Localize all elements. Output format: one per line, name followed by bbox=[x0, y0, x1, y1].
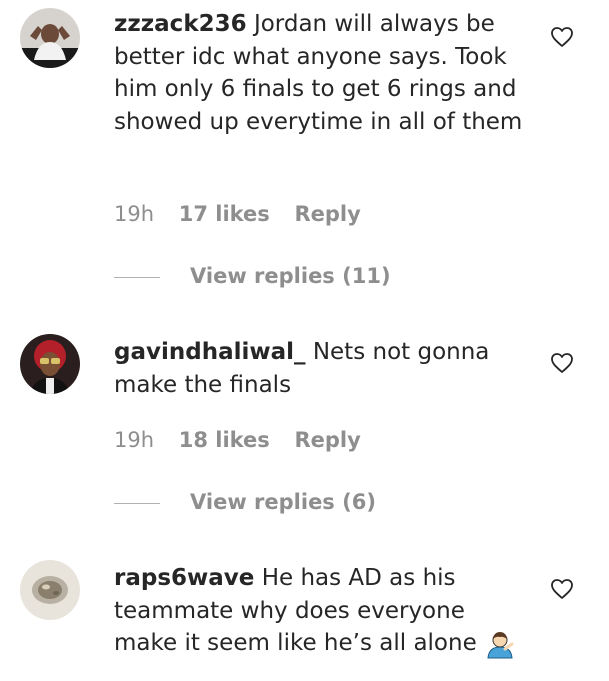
avatar-image bbox=[20, 560, 80, 620]
likes-count[interactable]: 18 likes bbox=[179, 428, 270, 452]
view-replies-button[interactable]: View replies (11) bbox=[114, 264, 391, 288]
avatar[interactable] bbox=[20, 8, 80, 68]
comment-meta: 19h 18 likes Reply bbox=[114, 428, 379, 452]
view-replies-button[interactable]: View replies (6) bbox=[114, 490, 376, 514]
avatar[interactable] bbox=[20, 334, 80, 394]
comment-body: raps6wave He has AD as his teammate why … bbox=[114, 562, 534, 660]
comment-body: gavindhaliwal_ Nets not gonna make the f… bbox=[114, 336, 534, 401]
view-replies-label: View replies (11) bbox=[190, 264, 391, 288]
avatar-image bbox=[20, 334, 80, 394]
avatar[interactable] bbox=[20, 560, 80, 620]
heart-outline-icon[interactable] bbox=[550, 26, 574, 48]
comment-meta: 19h 17 likes Reply bbox=[114, 202, 379, 226]
comment-username[interactable]: gavindhaliwal_ bbox=[114, 339, 306, 365]
divider-line bbox=[114, 276, 160, 278]
comment-username[interactable]: raps6wave bbox=[114, 565, 254, 591]
reply-button[interactable]: Reply bbox=[294, 202, 360, 226]
heart-outline-icon[interactable] bbox=[550, 578, 574, 600]
view-replies-label: View replies (6) bbox=[190, 490, 376, 514]
reply-button[interactable]: Reply bbox=[294, 428, 360, 452]
avatar-image bbox=[20, 8, 80, 68]
comment-username[interactable]: zzzack236 bbox=[114, 11, 247, 37]
divider-line bbox=[114, 502, 160, 504]
comment-time: 19h bbox=[114, 202, 155, 226]
person-shrugging-emoji bbox=[487, 631, 514, 658]
heart-outline-icon[interactable] bbox=[550, 352, 574, 374]
comment-time: 19h bbox=[114, 428, 155, 452]
comment-body: zzzack236 Jordan will always be better i… bbox=[114, 8, 534, 138]
likes-count[interactable]: 17 likes bbox=[179, 202, 270, 226]
